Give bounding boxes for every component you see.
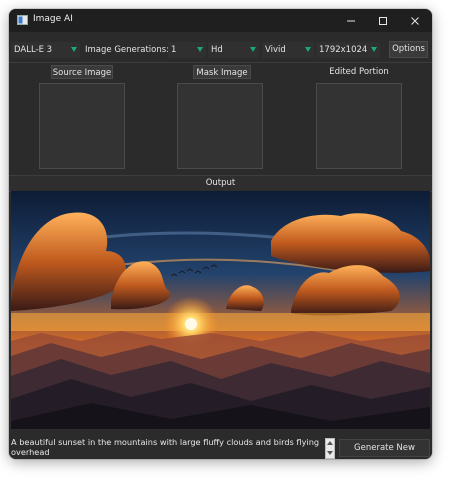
- prompt-scrollbar[interactable]: [325, 438, 335, 459]
- maximize-icon: [379, 16, 387, 25]
- close-icon: [411, 16, 419, 25]
- toolbar: DALL-E 3 Image Generations: 1 Hd Vivid 1…: [9, 32, 432, 63]
- title-bar[interactable]: Image AI: [9, 9, 432, 32]
- app-window: Image AI DALL-E 3 Image Generations: 1 H…: [9, 9, 432, 459]
- source-image-panel[interactable]: [39, 83, 125, 169]
- quality-select-value: Hd: [211, 45, 223, 55]
- chevron-down-icon: [250, 47, 256, 52]
- chevron-down-icon: [305, 47, 311, 52]
- scroll-up-icon[interactable]: [327, 441, 333, 445]
- minimize-icon: [347, 20, 355, 21]
- mask-image-panel[interactable]: [177, 83, 263, 169]
- window-title: Image AI: [33, 14, 73, 24]
- mask-image-button[interactable]: Mask Image: [193, 65, 251, 79]
- close-button[interactable]: [399, 9, 431, 32]
- output-label: Output: [9, 175, 432, 192]
- chevron-down-icon: [197, 47, 203, 52]
- app-window-icon: [17, 15, 28, 25]
- generations-select-value: 1: [171, 45, 177, 55]
- chevron-down-icon: [71, 47, 77, 52]
- style-select-value: Vivid: [265, 45, 286, 55]
- prompt-bar: A beautiful sunset in the mountains with…: [9, 437, 432, 459]
- edited-portion-panel[interactable]: [316, 83, 402, 169]
- edited-portion-label: Edited Portion: [329, 67, 389, 77]
- generated-sunset-image[interactable]: [11, 191, 430, 429]
- options-button[interactable]: Options: [389, 41, 428, 58]
- style-select[interactable]: Vivid: [262, 42, 314, 58]
- image-generations-label: Image Generations:: [85, 45, 170, 55]
- scroll-down-icon[interactable]: [327, 451, 333, 455]
- size-select[interactable]: 1792x1024: [316, 42, 380, 58]
- maximize-button[interactable]: [367, 9, 399, 32]
- minimize-button[interactable]: [335, 9, 367, 32]
- source-image-button[interactable]: Source Image: [51, 65, 113, 79]
- size-select-value: 1792x1024: [319, 45, 368, 55]
- generations-select[interactable]: 1: [168, 42, 206, 58]
- model-select-value: DALL-E 3: [14, 45, 53, 55]
- generate-new-image-button[interactable]: Generate New Image: [339, 439, 430, 457]
- prompt-input[interactable]: A beautiful sunset in the mountains with…: [11, 437, 323, 459]
- quality-select[interactable]: Hd: [208, 42, 259, 58]
- model-select[interactable]: DALL-E 3: [11, 42, 80, 58]
- chevron-down-icon: [371, 47, 377, 52]
